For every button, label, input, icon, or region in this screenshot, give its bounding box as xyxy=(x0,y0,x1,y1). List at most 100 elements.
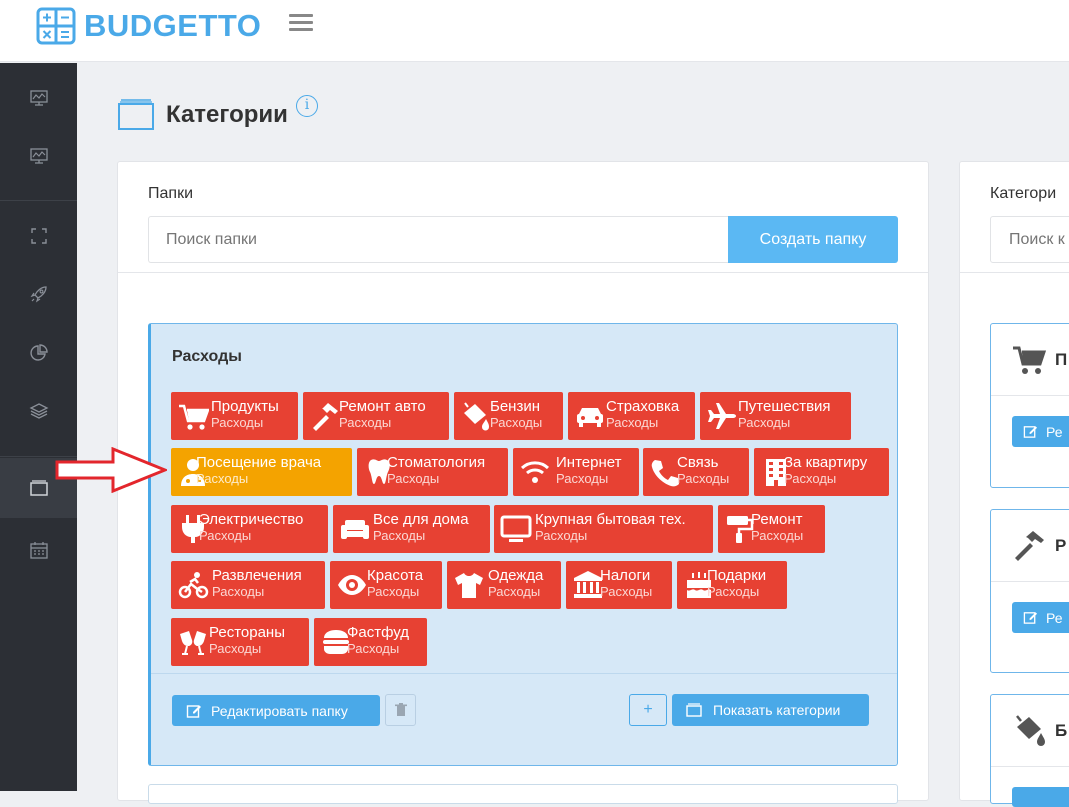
category-tag-folder: Расходы xyxy=(738,415,791,430)
category-tag-folder: Расходы xyxy=(490,415,543,430)
create-folder-button[interactable]: Создать папку xyxy=(728,216,898,263)
folder-divider xyxy=(151,673,897,674)
edit-folder-button[interactable]: Редактировать папку xyxy=(172,695,380,726)
show-categories-label: Показать категории xyxy=(713,702,841,718)
sidebar-divider xyxy=(0,200,77,201)
eye-icon xyxy=(338,575,366,595)
category-tag[interactable]: Стоматология Расходы xyxy=(357,448,508,496)
folder-search-input[interactable] xyxy=(148,216,728,263)
category-tag-name: Страховка xyxy=(606,398,680,415)
category-tag[interactable]: Крупная бытовая тех. Расходы xyxy=(494,505,713,553)
category-tag[interactable]: Все для дома Расходы xyxy=(333,505,490,553)
annotation-arrow-icon xyxy=(55,447,167,493)
category-tag[interactable]: Одежда Расходы xyxy=(447,561,561,609)
category-card: Б xyxy=(990,694,1069,807)
category-search-input[interactable] xyxy=(990,216,1069,263)
folder-icon xyxy=(686,703,702,717)
category-tag[interactable]: Развлечения Расходы xyxy=(171,561,325,609)
category-tag[interactable]: Электричество Расходы xyxy=(171,505,328,553)
category-tag-folder: Расходы xyxy=(199,528,252,543)
hamburger-menu-icon[interactable] xyxy=(289,14,313,34)
folders-label: Папки xyxy=(148,185,193,202)
layers-icon xyxy=(29,403,48,419)
category-tag-name: Рестораны xyxy=(209,624,285,641)
sidebar-item-reports[interactable] xyxy=(0,136,77,176)
top-bar: BUDGETTO xyxy=(0,0,1069,62)
category-tag-name: Ремонт авто xyxy=(339,398,426,415)
category-tag[interactable]: Бензин Расходы xyxy=(454,392,563,440)
edit-category-button[interactable] xyxy=(1012,787,1069,807)
category-tag[interactable]: Связь Расходы xyxy=(643,448,749,496)
category-tag-name: Крупная бытовая тех. xyxy=(535,511,686,528)
category-tag-folder: Расходы xyxy=(784,471,837,486)
category-tag-name: Одежда xyxy=(488,567,544,584)
edit-category-label: Ре xyxy=(1046,423,1063,440)
info-icon[interactable]: i xyxy=(296,95,318,117)
category-tag-name: Интернет xyxy=(556,454,622,471)
category-tag-folder: Расходы xyxy=(488,584,541,599)
sidebar-item-goals[interactable] xyxy=(0,274,77,314)
category-tag-name: Связь xyxy=(677,454,719,471)
category-tag-name: Все для дома xyxy=(373,511,469,528)
category-tag-folder: Расходы xyxy=(535,528,588,543)
category-tag-name: Развлечения xyxy=(212,567,302,584)
edit-category-button[interactable]: Ре xyxy=(1012,602,1069,633)
category-tag-folder: Расходы xyxy=(347,641,400,656)
bike-icon xyxy=(178,572,209,599)
folder-icon xyxy=(29,480,48,496)
category-tag-name: Фастфуд xyxy=(347,624,410,641)
add-category-button[interactable]: + xyxy=(629,694,667,726)
car-icon xyxy=(577,408,603,427)
category-tag[interactable]: Красота Расходы xyxy=(330,561,442,609)
calculator-logo-icon xyxy=(36,7,76,45)
show-categories-button[interactable]: Показать категории xyxy=(672,694,869,726)
panel-divider xyxy=(960,272,1069,273)
delete-folder-button[interactable] xyxy=(385,694,416,726)
hammer-icon xyxy=(1015,531,1044,561)
category-tag-name: Путешествия xyxy=(738,398,831,415)
categories-label: Категори xyxy=(990,185,1057,202)
sidebar-item-fullscreen[interactable] xyxy=(0,216,77,256)
folder-icon xyxy=(118,99,154,130)
category-tag-name: За квартиру xyxy=(784,454,868,471)
cart-icon xyxy=(179,404,209,430)
expand-icon xyxy=(30,228,47,244)
hammer-icon xyxy=(313,403,338,431)
category-tag[interactable]: За квартиру Расходы xyxy=(754,448,889,496)
category-tag-name: Электричество xyxy=(199,511,304,528)
category-tag[interactable]: Ремонт авто Расходы xyxy=(303,392,449,440)
edit-icon xyxy=(1023,612,1038,624)
sofa-icon xyxy=(341,520,369,539)
sidebar-item-dashboard[interactable] xyxy=(0,78,77,118)
category-card: П Ре xyxy=(990,323,1069,488)
category-tag[interactable]: Продукты Расходы xyxy=(171,392,298,440)
category-tag[interactable]: Фастфуд Расходы xyxy=(314,618,427,666)
category-tag[interactable]: Интернет Расходы xyxy=(513,448,639,496)
category-tag-folder: Расходы xyxy=(556,471,609,486)
category-tag-folder: Расходы xyxy=(677,471,730,486)
category-tag[interactable]: Налоги Расходы xyxy=(566,561,672,609)
sidebar-item-statistics[interactable] xyxy=(0,333,77,373)
category-tag[interactable]: Посещение врача Расходы xyxy=(171,448,352,496)
category-tag-name: Налоги xyxy=(600,567,651,584)
category-tag[interactable]: Страховка Расходы xyxy=(568,392,695,440)
category-tag-name: Посещение врача xyxy=(196,454,322,471)
tv-icon xyxy=(500,515,532,542)
category-tag[interactable]: Путешествия Расходы xyxy=(700,392,851,440)
edit-icon xyxy=(1023,426,1038,438)
calendar-icon xyxy=(29,542,48,559)
next-folder-card xyxy=(148,784,898,804)
presentation-chart-icon xyxy=(29,90,48,106)
tshirt-icon xyxy=(455,573,483,598)
sidebar-item-accounts[interactable] xyxy=(0,391,77,431)
category-tag[interactable]: Рестораны Расходы xyxy=(171,618,309,666)
category-tag[interactable]: Подарки Расходы xyxy=(677,561,787,609)
category-name: П xyxy=(1055,350,1068,369)
edit-category-button[interactable]: Ре xyxy=(1012,416,1069,447)
category-tag-folder: Расходы xyxy=(606,415,659,430)
edit-category-label: Ре xyxy=(1046,609,1063,626)
page-title: Категории xyxy=(166,101,288,128)
category-tag[interactable]: Ремонт Расходы xyxy=(718,505,825,553)
category-name: Р xyxy=(1055,536,1067,555)
sidebar-item-calendar[interactable] xyxy=(0,530,77,570)
